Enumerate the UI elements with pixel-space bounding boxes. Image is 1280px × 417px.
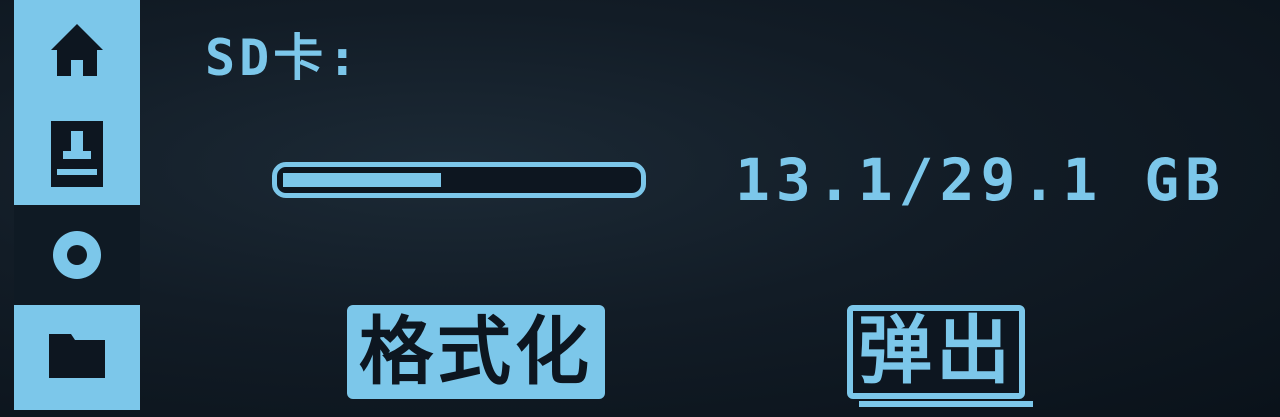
folder-icon <box>49 334 105 378</box>
settings-icon <box>53 231 101 279</box>
sidebar-item-folder[interactable] <box>14 305 140 405</box>
sidebar-item-sd-card[interactable] <box>14 104 140 204</box>
sidebar <box>14 0 140 410</box>
sidebar-item-home[interactable] <box>14 0 140 100</box>
home-icon <box>51 24 103 76</box>
sd-card-title: SD卡: <box>205 29 362 87</box>
eject-button[interactable]: 弹出 <box>847 305 1033 407</box>
storage-usage-bar <box>272 162 646 198</box>
storage-usage-fill <box>283 173 442 187</box>
storage-usage-text: 13.1/29.1 GB <box>735 146 1227 214</box>
format-button[interactable]: 格式化 <box>347 305 605 399</box>
sd-card-icon <box>51 121 103 187</box>
sidebar-item-settings[interactable] <box>14 205 140 305</box>
device-screen: SD卡: 13.1/29.1 GB 格式化 弹出 <box>0 0 1280 417</box>
